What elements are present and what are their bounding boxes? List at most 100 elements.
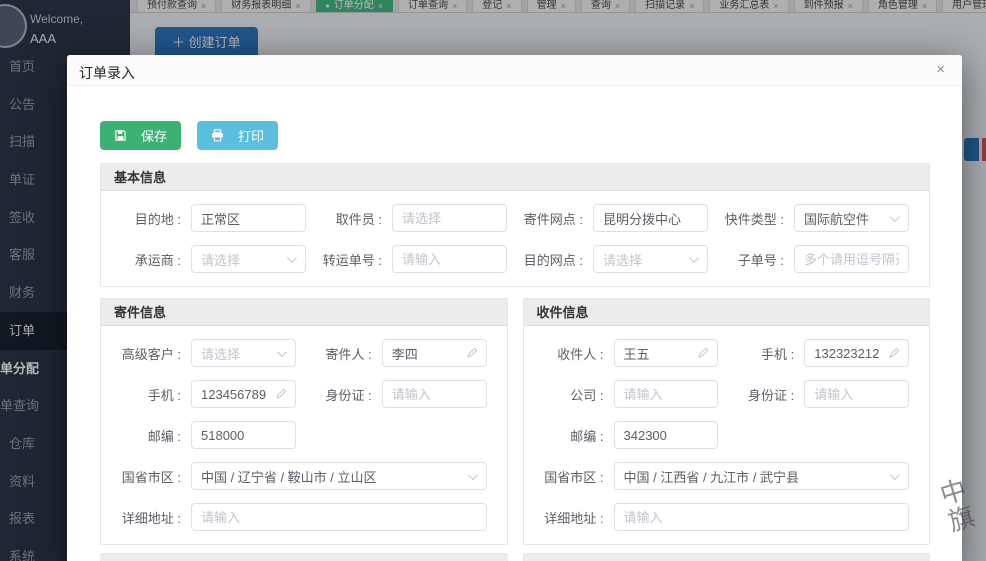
field-label: 承运商 : <box>113 250 191 269</box>
field-label: 子单号 : <box>716 250 794 269</box>
recipient-spacer-cell <box>726 421 917 449</box>
field-label: 身份证 : <box>726 385 804 404</box>
sender-info-section: 寄件信息 高级客户 : 请选择 寄件人 : 手机 : <box>100 298 508 545</box>
field-label: 国省市区 : <box>113 467 191 486</box>
action-button-row: 保存 打印 <box>100 121 930 150</box>
transfer-number-input[interactable] <box>392 245 507 273</box>
field-label: 身份证 : <box>304 385 382 404</box>
order-entry-modal: 订单录入 × 保存 打印 基本信息 <box>67 55 962 561</box>
sender-region-field: 国省市区 : 中国 / 辽宁省 / 鞍山市 / 立山区 <box>113 462 495 490</box>
recipient-mobile-input[interactable] <box>804 339 909 367</box>
next-section-right-header <box>524 554 930 561</box>
recipient-company-field: 公司 : <box>536 380 727 408</box>
recipient-mobile-field: 手机 : <box>726 339 917 367</box>
destination-field: 目的地 : <box>113 204 314 232</box>
close-icon[interactable]: × <box>936 61 945 79</box>
recipient-address-field: 详细地址 : <box>536 503 918 531</box>
chevron-down-icon <box>467 470 477 480</box>
recipient-id-card-field: 身份证 : <box>726 380 917 408</box>
field-label: 详细地址 : <box>536 508 614 527</box>
recipient-postcode-field: 邮编 : <box>536 421 727 449</box>
field-label: 详细地址 : <box>113 508 191 527</box>
next-section-left-header <box>101 554 507 561</box>
field-label: 收件人 : <box>536 344 614 363</box>
field-label: 目的地 : <box>113 209 191 228</box>
print-button[interactable]: 打印 <box>197 121 278 150</box>
sender-name-field: 寄件人 : <box>304 339 495 367</box>
carrier-select[interactable]: 请选择 <box>191 245 306 273</box>
sender-address-input[interactable] <box>191 503 487 531</box>
field-label: 邮编 : <box>536 426 614 445</box>
recipient-region-cascader[interactable]: 中国 / 江西省 / 九江市 / 武宁县 <box>614 462 910 490</box>
sender-postcode-input[interactable] <box>191 421 296 449</box>
recipient-postcode-input[interactable] <box>614 421 719 449</box>
carrier-field: 承运商 : 请选择 <box>113 245 314 273</box>
edit-pencil-icon[interactable] <box>697 347 709 359</box>
chevron-down-icon <box>890 470 900 480</box>
recipient-name-input[interactable] <box>614 339 719 367</box>
save-button[interactable]: 保存 <box>100 121 181 150</box>
field-label: 邮编 : <box>113 426 191 445</box>
chevron-down-icon <box>287 253 297 263</box>
modal-header: 订单录入 × <box>67 55 962 86</box>
recipient-info-section: 收件信息 收件人 : 手机 : 公司 : <box>523 298 931 545</box>
sender-branch-field: 寄件网点 : <box>515 204 716 232</box>
field-label: 目的网点 : <box>515 250 593 269</box>
pickup-agent-field: 取件员 : <box>314 204 515 232</box>
modal-body: 保存 打印 基本信息 目的地 : 取件 <box>100 86 930 561</box>
field-label: 手机 : <box>113 385 191 404</box>
field-label: 取件员 : <box>314 209 392 228</box>
destination-branch-select[interactable]: 请选择 <box>593 245 708 273</box>
express-type-select[interactable]: 国际航空件 <box>794 204 909 232</box>
sender-address-field: 详细地址 : <box>113 503 495 531</box>
recipient-id-card-input[interactable] <box>804 380 909 408</box>
recipient-region-field: 国省市区 : 中国 / 江西省 / 九江市 / 武宁县 <box>536 462 918 490</box>
basic-info-section: 基本信息 目的地 : 取件员 : 寄件网点 : 快件类 <box>100 163 930 287</box>
sub-order-number-input[interactable] <box>794 245 909 273</box>
recipient-company-input[interactable] <box>614 380 719 408</box>
express-type-field: 快件类型 : 国际航空件 <box>716 204 917 232</box>
field-label: 国省市区 : <box>536 467 614 486</box>
edit-pencil-icon[interactable] <box>275 388 287 400</box>
field-label: 寄件人 : <box>304 344 382 363</box>
modal-title: 订单录入 <box>79 63 135 83</box>
sub-order-number-field: 子单号 : <box>716 245 917 273</box>
recipient-info-body: 收件人 : 手机 : 公司 : 身份证 : <box>524 326 930 544</box>
save-icon <box>114 129 127 142</box>
basic-info-title: 基本信息 <box>101 164 929 191</box>
sender-spacer-cell <box>304 421 495 449</box>
recipient-name-field: 收件人 : <box>536 339 727 367</box>
transfer-number-field: 转运单号 : <box>314 245 515 273</box>
destination-input[interactable] <box>191 204 306 232</box>
edit-pencil-icon[interactable] <box>466 347 478 359</box>
sender-postcode-field: 邮编 : <box>113 421 304 449</box>
sender-branch-input[interactable] <box>593 204 708 232</box>
sender-name-input[interactable] <box>382 339 487 367</box>
recipient-address-input[interactable] <box>614 503 910 531</box>
field-label: 转运单号 : <box>314 250 392 269</box>
app-screen: Welcome, AAA 首页 公告 扫描 单证 签收 客服 财务 订单 单分配… <box>0 0 986 561</box>
destination-branch-field: 目的网点 : 请选择 <box>515 245 716 273</box>
field-label: 高级客户 : <box>113 344 191 363</box>
edit-pencil-icon[interactable] <box>888 347 900 359</box>
pickup-agent-input[interactable] <box>392 204 507 232</box>
chevron-down-icon <box>689 253 699 263</box>
advanced-customer-select[interactable]: 请选择 <box>191 339 296 367</box>
sender-mobile-field: 手机 : <box>113 380 304 408</box>
chevron-down-icon <box>890 212 900 222</box>
printer-icon <box>211 129 224 142</box>
sender-info-title: 寄件信息 <box>101 299 507 326</box>
sender-id-card-field: 身份证 : <box>304 380 495 408</box>
sender-info-body: 高级客户 : 请选择 寄件人 : 手机 : 身份证 : <box>101 326 507 544</box>
advanced-customer-field: 高级客户 : 请选择 <box>113 339 304 367</box>
field-label: 寄件网点 : <box>515 209 593 228</box>
field-label: 公司 : <box>536 385 614 404</box>
field-label: 快件类型 : <box>716 209 794 228</box>
recipient-info-title: 收件信息 <box>524 299 930 326</box>
chevron-down-icon <box>277 347 287 357</box>
next-section-right <box>523 553 931 561</box>
sender-region-cascader[interactable]: 中国 / 辽宁省 / 鞍山市 / 立山区 <box>191 462 487 490</box>
field-label: 手机 : <box>726 344 804 363</box>
sender-id-card-input[interactable] <box>382 380 487 408</box>
sender-mobile-input[interactable] <box>191 380 296 408</box>
